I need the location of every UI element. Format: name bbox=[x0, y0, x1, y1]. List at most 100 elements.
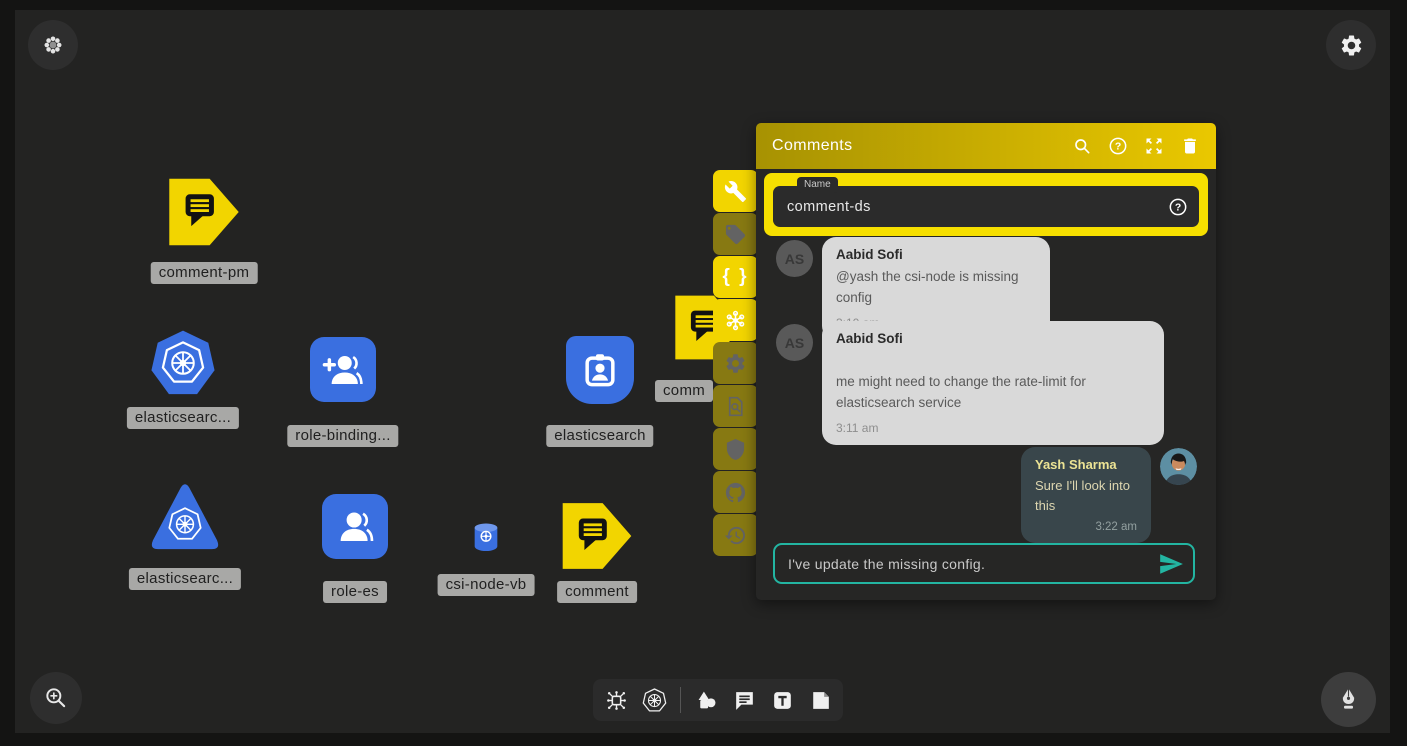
message-text: Sure I'll look into this bbox=[1035, 476, 1137, 516]
toolbar-item-json[interactable]: { } bbox=[713, 256, 758, 298]
expand-button[interactable] bbox=[1144, 136, 1164, 156]
settings-button[interactable] bbox=[1326, 20, 1376, 70]
node-elasticsearch-triangle[interactable]: elasticsearc... bbox=[148, 482, 222, 552]
message-text: me might need to change the rate-limit f… bbox=[836, 372, 1150, 414]
kubernetes-icon bbox=[642, 688, 667, 713]
heptagon-node-shape bbox=[150, 330, 216, 396]
shield-icon bbox=[724, 438, 747, 461]
toolbar-item-mesh[interactable] bbox=[713, 299, 758, 341]
help-icon: ? bbox=[1108, 136, 1128, 156]
circuit-icon bbox=[604, 688, 629, 713]
avatar bbox=[1160, 448, 1197, 485]
delete-button[interactable] bbox=[1180, 136, 1200, 156]
toolbar-item-text[interactable] bbox=[770, 688, 795, 713]
toolbar-item-infrastructure[interactable] bbox=[604, 688, 629, 713]
comment-message-bubble: Yash Sharma Sure I'll look into this 3:2… bbox=[1021, 447, 1151, 543]
message-author: Aabid Sofi bbox=[836, 247, 1036, 262]
toolbar-item-history[interactable] bbox=[713, 514, 758, 556]
pen-button[interactable] bbox=[1321, 672, 1376, 727]
search-button[interactable] bbox=[1072, 136, 1092, 156]
history-icon bbox=[724, 524, 747, 547]
braces-icon: { } bbox=[722, 266, 748, 288]
name-field[interactable]: Name ? bbox=[773, 186, 1199, 227]
name-field-group: Name ? bbox=[764, 173, 1208, 236]
wrench-icon bbox=[724, 180, 747, 203]
comment-node-shape bbox=[562, 501, 632, 571]
shape-toolbar bbox=[593, 679, 843, 721]
node-label: comment-pm bbox=[151, 262, 258, 284]
comment-message-bubble: Aabid Sofi me might need to change the r… bbox=[822, 321, 1164, 445]
toolbar-item-validate[interactable] bbox=[713, 385, 758, 427]
node-action-toolbar: { } bbox=[713, 170, 758, 557]
triangle-node-shape bbox=[148, 482, 222, 552]
settings-gear-icon bbox=[1339, 33, 1364, 58]
expand-icon bbox=[1144, 136, 1164, 156]
help-icon: ? bbox=[1168, 197, 1188, 217]
avatar: AS bbox=[776, 324, 813, 361]
toolbar-item-note[interactable] bbox=[808, 688, 833, 713]
send-button[interactable] bbox=[1158, 551, 1184, 577]
toolbar-item-kubernetes[interactable] bbox=[642, 688, 667, 713]
shapes-icon bbox=[694, 688, 719, 713]
name-help-button[interactable]: ? bbox=[1168, 197, 1188, 217]
node-elasticsearch-heptagon[interactable]: elasticsearc... bbox=[150, 330, 216, 396]
github-icon bbox=[724, 481, 747, 504]
node-label: role-binding... bbox=[287, 425, 398, 447]
id-card-icon bbox=[578, 348, 622, 392]
design-canvas[interactable]: comment-pm elasticsearc... role-binding.… bbox=[15, 10, 1390, 733]
panel-title: Comments bbox=[772, 137, 1056, 155]
toolbar-item-github[interactable] bbox=[713, 471, 758, 513]
rounded-square-node-shape bbox=[310, 337, 376, 402]
comment-icon bbox=[732, 688, 757, 713]
zoom-button[interactable] bbox=[30, 672, 82, 724]
svg-text:?: ? bbox=[1175, 202, 1181, 213]
message-author: Yash Sharma bbox=[1035, 457, 1137, 472]
chat-input[interactable] bbox=[775, 545, 1158, 582]
tag-icon bbox=[724, 223, 747, 246]
node-label: comment bbox=[557, 581, 637, 603]
node-label: comm bbox=[655, 380, 713, 402]
toolbar-divider bbox=[680, 687, 681, 713]
cluster-button[interactable] bbox=[28, 20, 78, 70]
user-photo bbox=[1160, 448, 1197, 485]
node-label: csi-node-vb bbox=[438, 574, 535, 596]
node-label: role-es bbox=[323, 581, 387, 603]
toolbar-item-comment[interactable] bbox=[732, 688, 757, 713]
message-time: 3:11 am bbox=[836, 421, 1150, 435]
flower-icon bbox=[41, 33, 65, 57]
message-text: @yash the csi-node is missing config bbox=[836, 267, 1036, 309]
name-input[interactable] bbox=[773, 186, 1199, 227]
comments-panel: Comments ? Name bbox=[756, 123, 1216, 600]
search-icon bbox=[1072, 136, 1092, 156]
node-comment[interactable]: comment bbox=[562, 501, 632, 571]
message-time: 3:22 am bbox=[1035, 521, 1137, 533]
help-button[interactable]: ? bbox=[1108, 136, 1128, 156]
pen-nib-icon bbox=[1335, 686, 1362, 713]
node-elasticsearch-badge[interactable]: elasticsearch bbox=[566, 336, 634, 404]
toolbar-item-tag[interactable] bbox=[713, 213, 758, 255]
node-label: elasticsearc... bbox=[129, 568, 241, 590]
node-label: elasticsearc... bbox=[127, 407, 239, 429]
chat-input-group bbox=[773, 543, 1195, 584]
user-icon bbox=[334, 506, 376, 548]
node-label: elasticsearch bbox=[546, 425, 653, 447]
toolbar-item-settings[interactable] bbox=[713, 342, 758, 384]
message-author: Aabid Sofi bbox=[836, 331, 1150, 346]
comments-panel-header[interactable]: Comments ? bbox=[756, 123, 1216, 169]
badge-node-shape bbox=[566, 336, 634, 404]
comment-message: AS bbox=[776, 240, 813, 277]
gear-icon bbox=[724, 352, 747, 375]
svg-text:?: ? bbox=[1115, 142, 1121, 153]
toolbar-item-configure[interactable] bbox=[713, 170, 758, 212]
send-icon bbox=[1158, 551, 1184, 577]
node-csi-node-vb[interactable]: csi-node-vb bbox=[469, 520, 503, 554]
node-role-binding[interactable]: role-binding... bbox=[310, 337, 376, 402]
delete-icon bbox=[1180, 136, 1200, 156]
toolbar-item-security[interactable] bbox=[713, 428, 758, 470]
rounded-square-node-shape bbox=[322, 494, 388, 559]
node-comment-pm[interactable]: comment-pm bbox=[168, 178, 240, 246]
comment-node-shape bbox=[168, 178, 240, 246]
comment-message bbox=[1160, 448, 1197, 485]
node-role-es[interactable]: role-es bbox=[322, 494, 388, 559]
toolbar-item-shapes[interactable] bbox=[694, 688, 719, 713]
